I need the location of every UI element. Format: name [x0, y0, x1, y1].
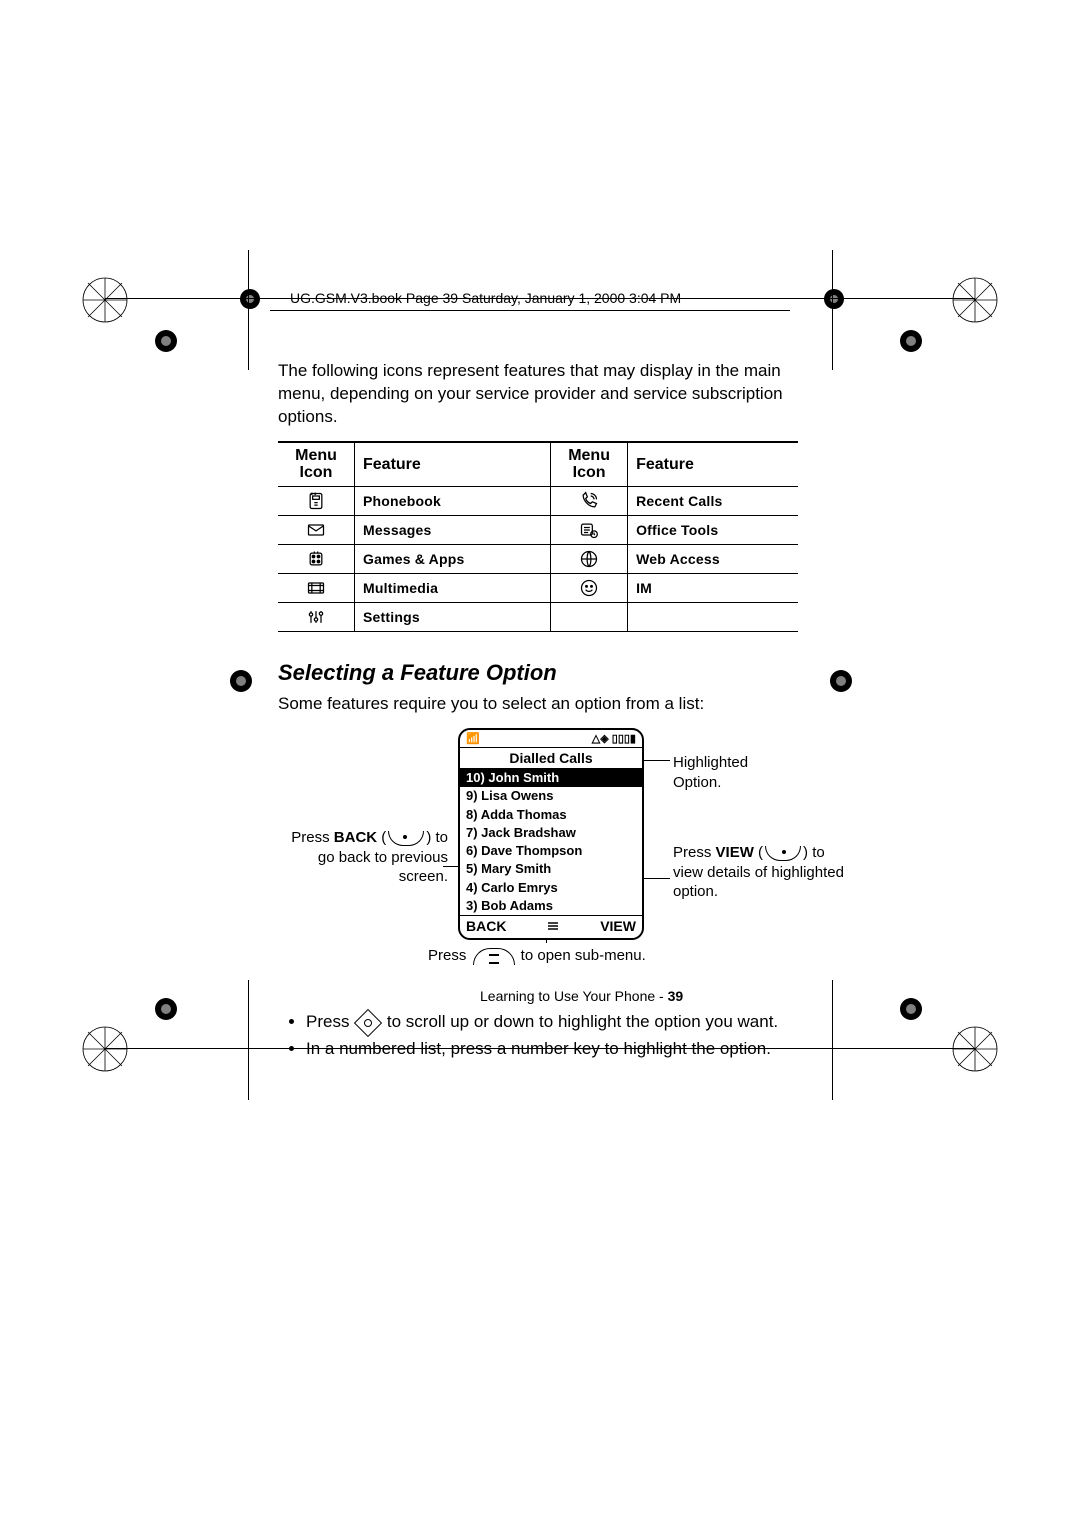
- list-item: 10) John Smith: [460, 769, 642, 787]
- callout-back: Press BACK () to go back to previous scr…: [273, 828, 448, 887]
- reg-dot: [155, 998, 177, 1020]
- th-menu-icon-r2: Icon: [573, 464, 606, 481]
- list-item: 6) Dave Thompson: [460, 842, 642, 860]
- callout-view: Press VIEW () to view details of highlig…: [673, 843, 848, 902]
- reg-dot: [830, 670, 852, 692]
- bullet-item: In a numbered list, press a number key t…: [306, 1039, 798, 1059]
- phonebook-label: Phonebook: [363, 493, 441, 509]
- callout-submenu: Press to open sub-menu.: [428, 946, 708, 966]
- games-apps-label: Games & Apps: [363, 551, 464, 567]
- page-header: UG.GSM.V3.book Page 39 Saturday, January…: [290, 290, 681, 306]
- status-battery-icon: △◈ ▯▯▯▮: [592, 732, 636, 745]
- reg-dot: [900, 998, 922, 1020]
- crop-line: [832, 250, 833, 370]
- phone-screen-title: Dialled Calls: [460, 748, 642, 769]
- recent-calls-label: Recent Calls: [636, 493, 722, 509]
- reg-mark: [82, 277, 128, 323]
- th-feature-right: Feature: [628, 442, 798, 487]
- list-item: 7) Jack Bradshaw: [460, 824, 642, 842]
- th-feature-left: Feature: [355, 442, 551, 487]
- instruction-list: Press to scroll up or down to highlight …: [278, 1012, 798, 1059]
- header-divider: [270, 310, 790, 311]
- crop-line: [248, 250, 249, 370]
- web-access-icon: [578, 550, 600, 566]
- list-item: 5) Mary Smith: [460, 860, 642, 878]
- phone-figure: 📶 △◈ ▯▯▯▮ Dialled Calls 10) John Smith 9…: [278, 728, 798, 988]
- reg-dot: [155, 330, 177, 352]
- section-intro: Some features require you to select an o…: [278, 694, 798, 714]
- multimedia-label: Multimedia: [363, 580, 438, 596]
- recent-calls-icon: [578, 492, 600, 508]
- list-item: 9) Lisa Owens: [460, 787, 642, 805]
- games-apps-icon: [305, 550, 327, 566]
- reg-dot: [236, 285, 264, 313]
- settings-icon: [305, 608, 327, 624]
- intro-paragraph: The following icons represent features t…: [278, 360, 798, 429]
- list-item: 8) Adda Thomas: [460, 806, 642, 824]
- page-footer: Learning to Use Your Phone - 39: [480, 988, 683, 1004]
- reg-mark: [82, 1026, 128, 1072]
- office-tools-icon: [578, 521, 600, 537]
- th-menu-icon-r1: Menu: [568, 447, 610, 464]
- th-menu-icon-l2: Icon: [300, 464, 333, 481]
- messages-icon: [305, 521, 327, 537]
- status-signal-icon: 📶: [466, 732, 480, 745]
- messages-label: Messages: [363, 522, 432, 538]
- right-softkey-icon: [765, 846, 801, 861]
- softkey-view: VIEW: [600, 918, 636, 934]
- section-title: Selecting a Feature Option: [278, 660, 798, 686]
- reg-mark: [952, 1026, 998, 1072]
- im-label: IM: [636, 580, 652, 596]
- office-tools-label: Office Tools: [636, 522, 718, 538]
- list-item: 4) Carlo Emrys: [460, 879, 642, 897]
- softkey-back: BACK: [466, 918, 506, 934]
- nav-key-icon: [354, 1008, 382, 1036]
- web-access-label: Web Access: [636, 551, 720, 567]
- reg-dot: [900, 330, 922, 352]
- reg-dot: [820, 285, 848, 313]
- menu-key-icon: [473, 948, 515, 965]
- phone-screen: 📶 △◈ ▯▯▯▮ Dialled Calls 10) John Smith 9…: [458, 728, 644, 940]
- th-menu-icon-l1: Menu: [295, 447, 337, 464]
- list-item: 3) Bob Adams: [460, 897, 642, 915]
- reg-dot: [230, 670, 252, 692]
- multimedia-icon: [305, 579, 327, 595]
- phonebook-icon: [305, 492, 327, 508]
- left-softkey-icon: [388, 831, 424, 846]
- reg-mark: [952, 277, 998, 323]
- im-icon: [578, 579, 600, 595]
- callout-highlighted: Highlighted Option.: [673, 753, 798, 792]
- bullet-item: Press to scroll up or down to highlight …: [306, 1012, 798, 1033]
- softkey-menu-icon: [546, 918, 560, 934]
- crop-line: [832, 980, 833, 1100]
- menu-icons-table: MenuIcon Feature MenuIcon Feature Phoneb…: [278, 441, 798, 632]
- settings-label: Settings: [363, 609, 420, 625]
- crop-line: [248, 980, 249, 1100]
